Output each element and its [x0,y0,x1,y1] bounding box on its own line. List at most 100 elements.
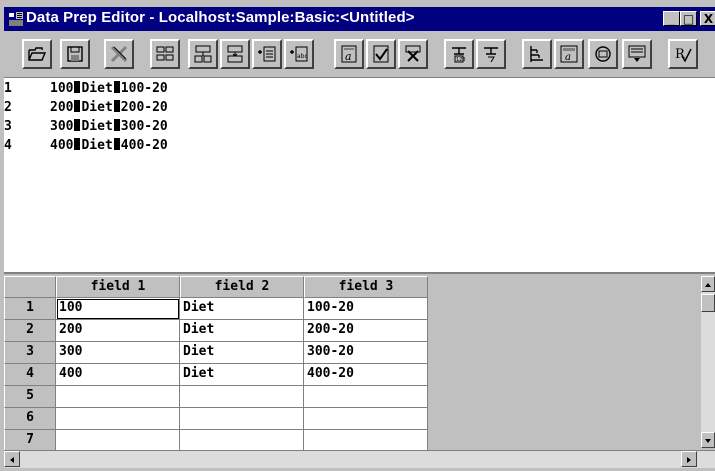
scroll-up-button[interactable] [701,276,715,292]
row-header[interactable]: 6 [4,408,56,430]
line-value: 300 [50,119,74,134]
minimize-button[interactable]: _ [663,11,680,26]
line-value: Diet [81,81,113,96]
svg-text:123: 123 [456,57,466,63]
close-button[interactable]: X [700,11,715,26]
row-header[interactable]: 5 [4,386,56,408]
row-header[interactable]: 1 [4,298,56,320]
grid-cell[interactable]: Diet [180,298,304,320]
grid-cell[interactable]: 300-20 [304,342,428,364]
data-file-properties-button[interactable]: a [554,39,584,69]
grid-cell[interactable]: 400-20 [304,364,428,386]
validate-icon: R [675,47,692,63]
cancel-button[interactable] [398,39,428,69]
field-properties-button[interactable]: a [334,39,364,69]
horizontal-scrollbar[interactable] [4,450,715,468]
grid-cell[interactable]: Diet [180,342,304,364]
reject-record-button[interactable] [476,39,506,69]
delimiter-mark [113,81,120,93]
create-field-text-button[interactable]: abc [284,39,314,69]
data-text-pane[interactable]: 1 100 Diet 100-20 2 200 Diet 200-20 3 300 Diet 300-… [4,77,715,273]
open-button[interactable] [22,39,52,69]
line-number: 2 [4,100,12,115]
create-field-text-icon: abc [290,46,308,62]
grid-cell[interactable] [304,386,428,408]
grid-cell[interactable]: 300 [56,342,180,364]
field-grid-area: field 1 field 2 field 3 1 100 Diet 100-20 2 200 D… [4,272,715,471]
svg-text:a: a [345,50,352,63]
ignore-field-button[interactable] [366,39,396,69]
grid-corner[interactable] [4,276,56,298]
row-header[interactable]: 4 [4,364,56,386]
line-value: 400 [50,138,74,153]
column-header[interactable]: field 2 [180,276,304,298]
associate-outline-icon [628,45,646,62]
line-number: 3 [4,119,12,134]
grid-cell[interactable]: Diet [180,320,304,342]
line-text: 100 Diet 100-20 [50,81,168,96]
grid-cell[interactable] [180,430,304,452]
cancel-icon [405,45,421,62]
grid-cell[interactable]: 100-20 [304,298,428,320]
row-header[interactable]: 3 [4,342,56,364]
delimiter-mark [113,100,120,112]
scroll-thumb[interactable] [701,294,715,312]
row-header[interactable]: 2 [4,320,56,342]
grid-cell[interactable] [180,408,304,430]
grid-cell[interactable] [304,408,428,430]
data-prep-editor-window: Data Prep Editor - Localhost:Sample:Basi… [0,0,715,471]
associate-outline-button[interactable] [622,39,652,69]
split-field-button[interactable] [150,39,180,69]
maximize-button[interactable]: □ [680,11,697,26]
delimiter-mark [74,81,81,93]
save-button[interactable] [60,39,90,69]
vertical-scrollbar[interactable] [701,276,715,448]
app-icon[interactable] [8,11,24,27]
left-arrow-icon [10,457,14,463]
ignore-field-icon [373,45,389,63]
join-fields-button[interactable] [188,39,218,69]
line-value: Diet [81,100,113,115]
title-bar[interactable]: Data Prep Editor - Localhost:Sample:Basi… [4,7,715,31]
line-value: 400-20 [120,138,168,153]
line-value: Diet [81,138,113,153]
scroll-left-button[interactable] [4,451,20,467]
dimension-build-button[interactable] [522,39,552,69]
create-field-join-icon [258,46,276,62]
data-file-properties-icon: a [560,45,578,63]
line-text: 300 Diet 300-20 [50,119,168,134]
join-fields-icon [194,45,212,63]
svg-text:abc: abc [297,53,308,60]
split-field-icon [156,46,174,61]
grid-cell[interactable] [56,386,180,408]
select-record-button[interactable]: 123 [444,39,474,69]
field-properties-icon: a [341,45,357,63]
row-header[interactable]: 7 [4,430,56,452]
grid-cell[interactable]: Diet [180,364,304,386]
reject-record-icon [484,47,498,63]
move-field-button[interactable] [220,39,250,69]
grid-cell[interactable] [180,386,304,408]
grid-cell[interactable]: 200 [56,320,180,342]
move-field-icon [227,45,243,63]
line-value: 300-20 [120,119,168,134]
scroll-right-button[interactable] [681,451,697,467]
open-file-icon [28,47,47,61]
grid-cell[interactable] [304,430,428,452]
scroll-down-button[interactable] [701,432,715,448]
view-button[interactable] [588,39,618,69]
clear-button[interactable] [104,39,134,69]
grid-cell[interactable]: 100 [56,298,180,320]
create-field-join-button[interactable] [252,39,282,69]
save-icon [67,46,83,62]
grid-cell[interactable] [56,408,180,430]
column-header[interactable]: field 3 [304,276,428,298]
grid-cell[interactable]: 400 [56,364,180,386]
grid-cell[interactable] [56,430,180,452]
view-icon [595,46,611,62]
column-header[interactable]: field 1 [56,276,180,298]
validate-button[interactable]: R [668,39,698,69]
right-arrow-icon [687,457,691,463]
grid-cell[interactable]: 200-20 [304,320,428,342]
down-arrow-icon [705,439,711,443]
